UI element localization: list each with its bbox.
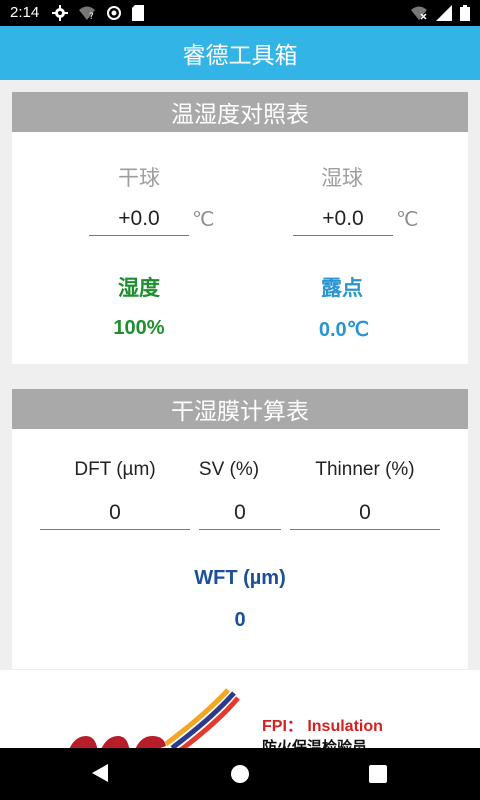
recents-icon[interactable] bbox=[368, 764, 388, 784]
humidity-value: 100% bbox=[113, 317, 165, 339]
wet-bulb-unit: ℃ bbox=[396, 209, 419, 231]
navigation-bar bbox=[0, 748, 480, 800]
app-bar: 睿德工具箱 bbox=[0, 26, 480, 80]
film-table-card: 干湿膜计算表 DFT (µm) SV (%) Thinner (%) 0 0 0… bbox=[12, 389, 468, 669]
dft-input[interactable]: 0 bbox=[40, 498, 190, 530]
wifi-question-icon: ? bbox=[79, 6, 95, 21]
dft-label: DFT (µm) bbox=[74, 459, 156, 480]
wifi-x-icon bbox=[411, 6, 427, 20]
back-icon[interactable] bbox=[90, 762, 110, 784]
banner-line-2: 防火保温检验员 bbox=[262, 738, 368, 748]
gear-icon bbox=[52, 5, 68, 21]
thinner-input[interactable]: 0 bbox=[290, 498, 440, 530]
battery-icon bbox=[460, 5, 470, 21]
wft-value: 0 bbox=[234, 609, 246, 631]
app-title: 睿德工具箱 bbox=[182, 43, 298, 69]
humidity-table-card: 温湿度对照表 干球 湿球 +0.0 ℃ +0.0 ℃ 湿度 露点 100% 0.… bbox=[12, 92, 468, 364]
film-table-title: 干湿膜计算表 bbox=[171, 399, 309, 425]
dry-bulb-label: 干球 bbox=[118, 166, 160, 190]
film-table-header: 干湿膜计算表 bbox=[12, 389, 468, 429]
humidity-label: 湿度 bbox=[118, 276, 160, 300]
humidity-table-header: 温湿度对照表 bbox=[12, 92, 468, 132]
dew-point-value: 0.0℃ bbox=[318, 319, 370, 341]
sync-disabled-icon bbox=[107, 6, 121, 20]
thinner-label: Thinner (%) bbox=[315, 459, 415, 480]
sv-label: SV (%) bbox=[198, 459, 260, 480]
humidity-table-title: 温湿度对照表 bbox=[171, 102, 309, 128]
company-banner[interactable]: FPI： Insulation 防火保温检验员 bbox=[0, 670, 480, 748]
signal-icon bbox=[436, 5, 452, 21]
sd-card-icon bbox=[132, 5, 144, 21]
dew-point-label: 露点 bbox=[321, 276, 363, 300]
home-icon[interactable] bbox=[230, 764, 250, 784]
dry-bulb-unit: ℃ bbox=[192, 209, 215, 231]
wft-label: WFT (µm) bbox=[194, 567, 286, 589]
status-bar: 2:14 ? bbox=[0, 0, 480, 26]
wet-bulb-input[interactable]: +0.0 bbox=[293, 204, 393, 236]
company-logo-icon bbox=[69, 688, 240, 748]
dry-bulb-input[interactable]: +0.0 bbox=[89, 204, 189, 236]
sv-input[interactable]: 0 bbox=[199, 498, 281, 530]
banner-line-1: FPI： Insulation bbox=[262, 718, 383, 735]
svg-text:?: ? bbox=[89, 12, 94, 21]
wet-bulb-label: 湿球 bbox=[321, 166, 363, 190]
status-time: 2:14 bbox=[10, 4, 40, 21]
